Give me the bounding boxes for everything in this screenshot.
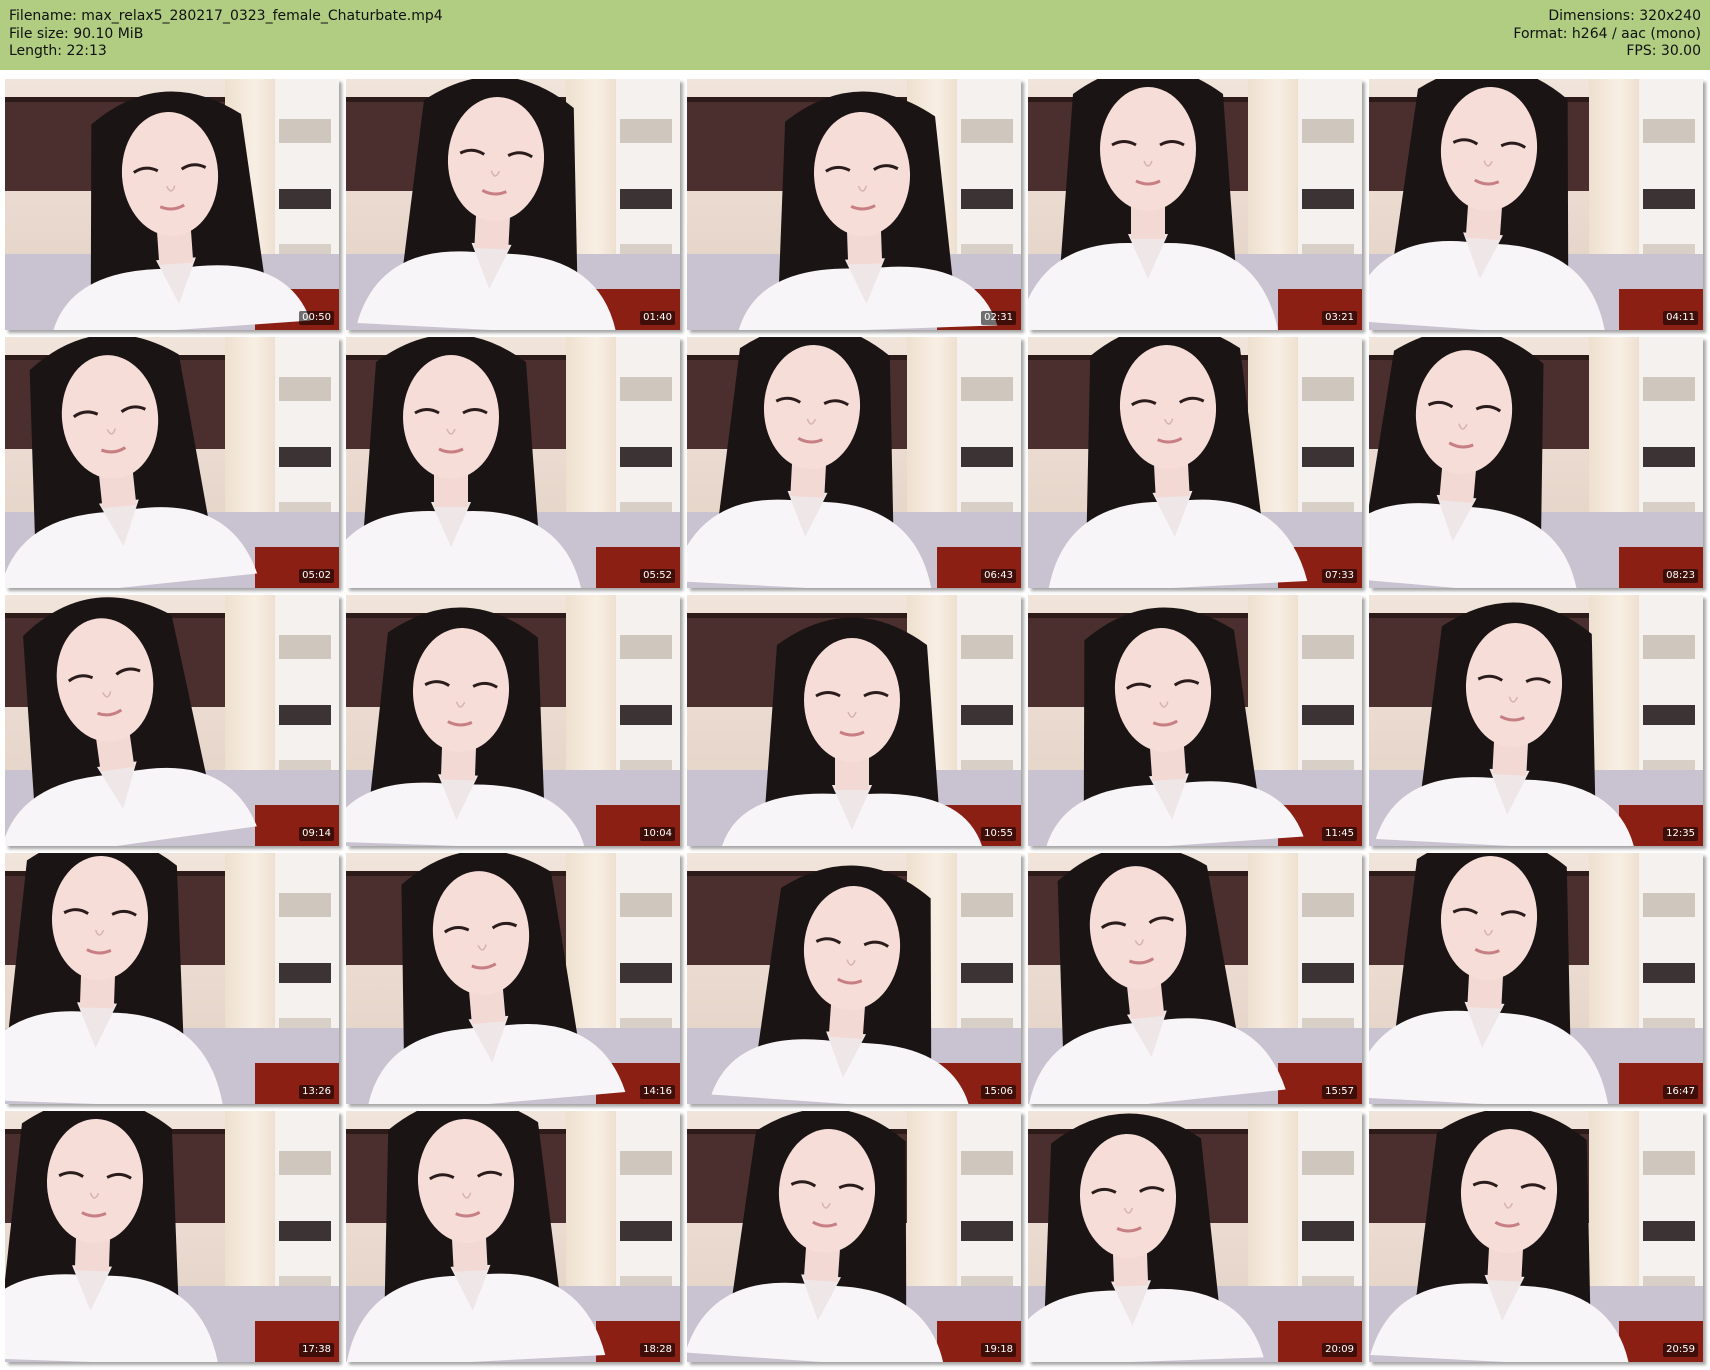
video-thumbnail[interactable]: 01:40 <box>346 79 680 330</box>
thumbnail-frame-image <box>5 1111 339 1362</box>
stream-info: Dimensions: 320x240 Format: h264 / aac (… <box>1513 8 1701 61</box>
thumbnail-frame-image <box>687 595 1021 846</box>
video-thumbnail[interactable]: 12:35 <box>1369 595 1703 846</box>
video-thumbnail[interactable]: 20:09 <box>1028 1111 1362 1362</box>
video-thumbnail[interactable]: 20:59 <box>1369 1111 1703 1362</box>
timestamp-label: 07:33 <box>1322 569 1357 583</box>
timestamp-label: 20:59 <box>1663 1343 1698 1357</box>
timestamp-label: 00:50 <box>299 311 334 325</box>
video-thumbnail[interactable]: 14:16 <box>346 853 680 1104</box>
video-thumbnail[interactable]: 05:02 <box>5 337 339 588</box>
timestamp-label: 15:06 <box>981 1085 1016 1099</box>
timestamp-label: 04:11 <box>1663 311 1698 325</box>
thumbnail-frame-image <box>5 595 339 846</box>
timestamp-label: 05:02 <box>299 569 334 583</box>
timestamp-label: 13:26 <box>299 1085 334 1099</box>
video-thumbnail[interactable]: 13:26 <box>5 853 339 1104</box>
thumbnail-frame-image <box>687 79 1021 330</box>
timestamp-label: 03:21 <box>1322 311 1357 325</box>
thumbnail-frame-image <box>1369 853 1703 1104</box>
info-header: Filename: max_relax5_280217_0323_female_… <box>0 0 1710 70</box>
thumbnail-frame-image <box>1369 595 1703 846</box>
thumbnail-frame-image <box>687 337 1021 588</box>
dimensions-text: Dimensions: 320x240 <box>1548 8 1701 24</box>
filename-text: Filename: max_relax5_280217_0323_female_… <box>9 8 443 24</box>
thumbnail-frame-image <box>1028 1111 1362 1362</box>
fps-text: FPS: 30.00 <box>1626 43 1701 59</box>
timestamp-label: 18:28 <box>640 1343 675 1357</box>
thumbnail-frame-image <box>1369 337 1703 588</box>
thumbnail-frame-image <box>5 853 339 1104</box>
video-thumbnail[interactable]: 06:43 <box>687 337 1021 588</box>
thumbnail-frame-image <box>5 79 339 330</box>
video-thumbnail[interactable]: 00:50 <box>5 79 339 330</box>
timestamp-label: 08:23 <box>1663 569 1698 583</box>
timestamp-label: 09:14 <box>299 827 334 841</box>
thumbnail-frame-image <box>5 337 339 588</box>
thumbnail-frame-image <box>346 1111 680 1362</box>
thumbnail-frame-image <box>346 337 680 588</box>
thumbnail-frame-image <box>687 1111 1021 1362</box>
thumbnail-frame-image <box>1369 79 1703 330</box>
timestamp-label: 05:52 <box>640 569 675 583</box>
video-thumbnail[interactable]: 07:33 <box>1028 337 1362 588</box>
thumbnail-grid: 00:50 01:40 02:31 03:21 04:11 05:02 05:5… <box>5 79 1703 1362</box>
thumbnail-frame-image <box>1028 337 1362 588</box>
timestamp-label: 17:38 <box>299 1343 334 1357</box>
video-thumbnail[interactable]: 04:11 <box>1369 79 1703 330</box>
video-thumbnail[interactable]: 15:57 <box>1028 853 1362 1104</box>
video-thumbnail[interactable]: 08:23 <box>1369 337 1703 588</box>
video-thumbnail[interactable]: 15:06 <box>687 853 1021 1104</box>
video-thumbnail[interactable]: 16:47 <box>1369 853 1703 1104</box>
timestamp-label: 10:04 <box>640 827 675 841</box>
thumbnail-frame-image <box>687 853 1021 1104</box>
video-thumbnail[interactable]: 19:18 <box>687 1111 1021 1362</box>
video-thumbnail[interactable]: 02:31 <box>687 79 1021 330</box>
timestamp-label: 12:35 <box>1663 827 1698 841</box>
thumbnail-frame-image <box>1028 79 1362 330</box>
video-thumbnail[interactable]: 17:38 <box>5 1111 339 1362</box>
format-text: Format: h264 / aac (mono) <box>1513 25 1701 42</box>
timestamp-label: 19:18 <box>981 1343 1016 1357</box>
filesize-text: File size: 90.10 MiB <box>9 25 144 42</box>
thumbnail-frame-image <box>1028 595 1362 846</box>
timestamp-label: 20:09 <box>1322 1343 1357 1357</box>
video-thumbnail[interactable]: 18:28 <box>346 1111 680 1362</box>
video-thumbnail[interactable]: 10:55 <box>687 595 1021 846</box>
thumbnail-frame-image <box>346 79 680 330</box>
video-thumbnail[interactable]: 10:04 <box>346 595 680 846</box>
timestamp-label: 14:16 <box>640 1085 675 1099</box>
video-thumbnail[interactable]: 05:52 <box>346 337 680 588</box>
timestamp-label: 02:31 <box>981 311 1016 325</box>
thumbnail-frame-image <box>346 595 680 846</box>
timestamp-label: 10:55 <box>981 827 1016 841</box>
length-text: Length: 22:13 <box>9 43 107 59</box>
timestamp-label: 01:40 <box>640 311 675 325</box>
thumbnail-frame-image <box>1369 1111 1703 1362</box>
timestamp-label: 11:45 <box>1322 827 1357 841</box>
thumbnail-frame-image <box>346 853 680 1104</box>
timestamp-label: 06:43 <box>981 569 1016 583</box>
video-thumbnail[interactable]: 11:45 <box>1028 595 1362 846</box>
file-info: Filename: max_relax5_280217_0323_female_… <box>9 8 443 61</box>
video-thumbnail[interactable]: 09:14 <box>5 595 339 846</box>
thumbnail-frame-image <box>1028 853 1362 1104</box>
video-thumbnail[interactable]: 03:21 <box>1028 79 1362 330</box>
timestamp-label: 16:47 <box>1663 1085 1698 1099</box>
timestamp-label: 15:57 <box>1322 1085 1357 1099</box>
